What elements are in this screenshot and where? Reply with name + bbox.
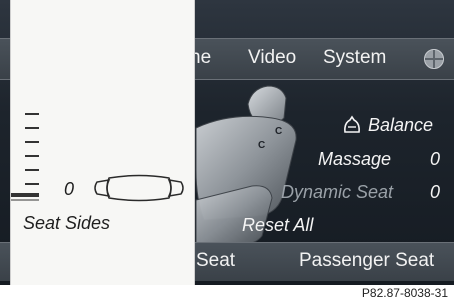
seat-sides-icon <box>94 174 184 202</box>
massage-value: 0 <box>430 149 441 169</box>
menu-massage[interactable]: Massage <box>318 149 391 170</box>
seat-sides-label: Seat Sides <box>23 213 111 233</box>
dynamic-seat-value: 0 <box>430 182 441 202</box>
tab-seat[interactable]: Seat <box>196 250 235 272</box>
level-value: 0 <box>64 179 75 199</box>
menu-balance[interactable]: Balance <box>368 115 433 136</box>
menu-reset-all[interactable]: Reset All <box>242 215 313 236</box>
massage-point-left-icon: C <box>258 140 265 151</box>
level-scale[interactable] <box>11 100 51 210</box>
menu-dynamic-seat[interactable]: Dynamic Seat <box>281 182 393 203</box>
massage-point-right-icon: C <box>275 126 282 137</box>
tab-passenger-seat[interactable]: Passenger Seat <box>299 250 434 272</box>
seat-sides-popup: 0 Seat Sides <box>10 0 195 285</box>
figure-caption: P82.87-8038-31 <box>361 286 448 300</box>
balance-icon <box>344 115 360 133</box>
